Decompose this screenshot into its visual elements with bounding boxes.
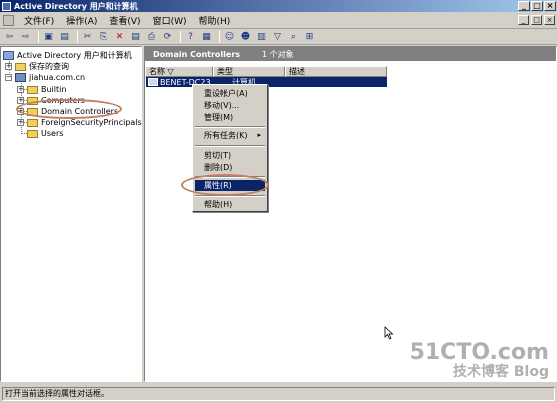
help-icon[interactable]: ? <box>184 31 197 43</box>
menu-help[interactable]: 帮助(H) <box>193 14 237 27</box>
find-icon[interactable]: ▦ <box>200 31 213 43</box>
maximize-button[interactable]: □ <box>531 1 543 11</box>
toolbar-separator <box>180 30 181 43</box>
menu-all-tasks-label: 所有任务(K) <box>204 131 248 140</box>
menu-all-tasks[interactable]: 所有任务(K) ▸ <box>195 130 265 141</box>
expand-icon[interactable]: + <box>17 119 24 126</box>
toolbar-separator <box>77 30 78 43</box>
folder-icon <box>27 129 38 138</box>
menu-cut[interactable]: 剪切(T) <box>195 150 265 161</box>
menu-delete[interactable]: 删除(D) <box>195 162 265 173</box>
app-icon <box>2 1 11 11</box>
details-title: Domain Controllers <box>153 49 241 59</box>
details-header: Domain Controllers 1 个对象 <box>145 47 556 61</box>
tree-item-label: ForeignSecurityPrincipals <box>41 118 142 127</box>
minimize-button[interactable]: _ <box>518 1 530 11</box>
add-to-group-icon[interactable]: ⊞ <box>303 31 316 43</box>
child-close-button[interactable]: × <box>544 15 555 25</box>
menu-bar: 文件(F) 操作(A) 查看(V) 窗口(W) 帮助(H) _ □ × <box>0 12 557 29</box>
up-icon[interactable]: ▣ <box>42 31 55 43</box>
expand-icon[interactable]: + <box>17 86 24 93</box>
window-title: Active Directory 用户和计算机 <box>14 1 138 11</box>
delete-icon[interactable]: ✕ <box>113 31 126 43</box>
console-icon[interactable] <box>3 14 14 26</box>
show-tree-icon[interactable]: ▤ <box>58 31 71 43</box>
folder-icon <box>15 62 26 71</box>
filter-icon[interactable]: ▽ <box>271 31 284 43</box>
column-headers: 名称 ▽ 类型 描述 <box>145 66 556 77</box>
expand-icon[interactable]: + <box>5 63 12 70</box>
mouse-cursor-icon <box>384 326 394 340</box>
refresh-icon[interactable]: ⟳ <box>161 31 174 43</box>
status-text: 打开当前选择的属性对话框。 <box>2 386 555 401</box>
submenu-arrow-icon: ▸ <box>257 131 261 139</box>
add-group-icon[interactable]: ☻ <box>239 31 252 43</box>
directory-icon <box>3 51 14 60</box>
tree-item-users[interactable]: Users <box>27 128 63 139</box>
tree-item-builtin[interactable]: + Builtin <box>17 84 66 95</box>
tree-domain[interactable]: − jiahua.com.cn <box>5 72 85 83</box>
add-ou-icon[interactable]: ▥ <box>255 31 268 43</box>
close-button[interactable]: × <box>544 1 556 11</box>
toolbar-separator <box>219 30 220 43</box>
console-tree: Active Directory 用户和计算机 + 保存的查询 − jiahua… <box>0 46 142 382</box>
collapse-icon[interactable]: − <box>5 74 12 81</box>
column-name[interactable]: 名称 ▽ <box>145 66 213 77</box>
column-description[interactable]: 描述 <box>285 66 387 77</box>
menu-help-item[interactable]: 帮助(H) <box>195 199 265 210</box>
menu-move[interactable]: 移动(V)... <box>195 100 265 111</box>
tree-root-label: Active Directory 用户和计算机 <box>17 51 132 60</box>
watermark: 51CTO.com 技术博客 Blog <box>409 340 549 381</box>
menu-reset-account[interactable]: 重设帐户(A) <box>195 88 265 99</box>
copy-icon[interactable]: ⎘ <box>97 31 110 43</box>
column-type[interactable]: 类型 <box>213 66 285 77</box>
folder-icon <box>27 118 38 127</box>
tree-item-label: Builtin <box>41 85 67 94</box>
highlight-ring-properties <box>181 174 269 196</box>
tree-domain-label: jiahua.com.cn <box>29 73 86 82</box>
menu-manage[interactable]: 管理(M) <box>195 112 265 123</box>
cut-icon[interactable]: ✂ <box>81 31 94 43</box>
child-restore-button[interactable]: □ <box>531 15 542 25</box>
child-minimize-button[interactable]: _ <box>518 15 529 25</box>
find-objects-icon[interactable]: ⌕ <box>287 31 300 43</box>
highlight-ring-domain-controllers <box>16 99 122 119</box>
tree-saved-queries-label: 保存的查询 <box>29 62 69 71</box>
toolbar: ⇦ ⇨ ▣ ▤ ✂ ⎘ ✕ ▤ ⎙ ⟳ ? ▦ ☺ ☻ ▥ ▽ ⌕ ⊞ <box>0 29 557 45</box>
watermark-line1: 51CTO.com <box>409 340 549 365</box>
computer-icon <box>148 78 158 86</box>
menu-separator <box>195 145 265 147</box>
toolbar-separator <box>38 30 39 43</box>
status-bar: 打开当前选择的属性对话框。 <box>0 384 557 403</box>
export-icon[interactable]: ⎙ <box>145 31 158 43</box>
watermark-line2: 技术博客 Blog <box>453 364 549 380</box>
title-bar: Active Directory 用户和计算机 _ □ × <box>0 0 557 12</box>
back-icon[interactable]: ⇦ <box>3 31 16 43</box>
tree-item-label: Users <box>41 129 64 138</box>
tree-root[interactable]: Active Directory 用户和计算机 <box>3 50 132 61</box>
domain-icon <box>15 73 26 82</box>
add-user-icon[interactable]: ☺ <box>223 31 236 43</box>
menu-file[interactable]: 文件(F) <box>18 14 60 27</box>
menu-view[interactable]: 查看(V) <box>103 14 146 27</box>
menu-separator <box>195 126 265 128</box>
tree-saved-queries[interactable]: + 保存的查询 <box>5 61 69 72</box>
forward-icon[interactable]: ⇨ <box>19 31 32 43</box>
object-count: 1 个对象 <box>262 49 294 59</box>
menu-action[interactable]: 操作(A) <box>60 14 103 27</box>
menu-window[interactable]: 窗口(W) <box>147 14 193 27</box>
folder-icon <box>27 85 38 94</box>
properties-icon[interactable]: ▤ <box>129 31 142 43</box>
